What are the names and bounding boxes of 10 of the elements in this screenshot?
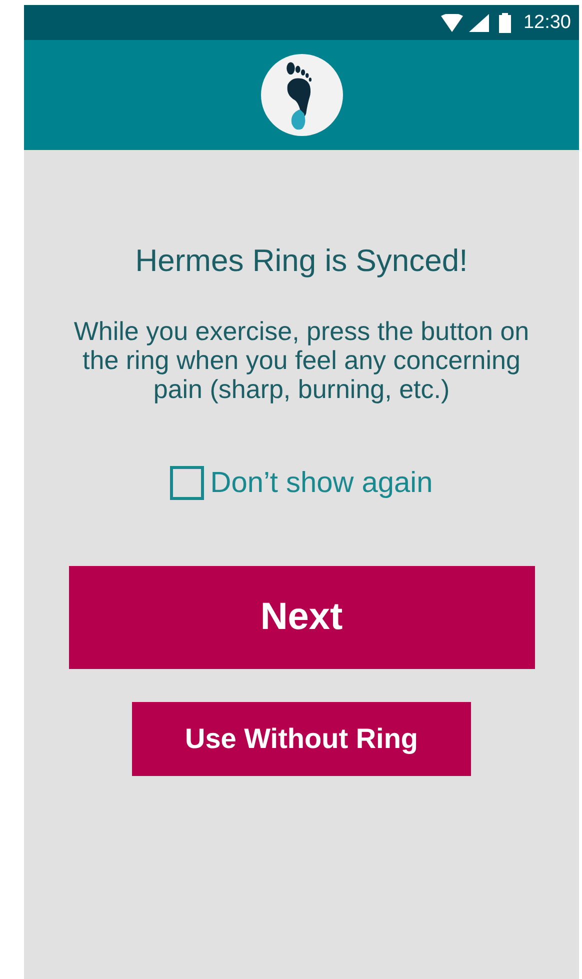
status-time: 12:30 — [523, 12, 571, 34]
title: Hermes Ring is Synced! — [135, 243, 468, 279]
battery-icon — [499, 12, 512, 32]
signal-icon — [469, 14, 490, 32]
footprint-logo-icon — [260, 54, 342, 136]
instructions-text: While you exercise, press the button on the ring when you feel any concerning pain (sharp, burning, etc.) — [72, 317, 530, 404]
secondary-button[interactable]: Use Without Ring — [132, 702, 471, 776]
checkbox[interactable] — [170, 466, 204, 500]
wifi-icon — [441, 14, 464, 32]
next-button[interactable]: Next — [68, 566, 534, 669]
